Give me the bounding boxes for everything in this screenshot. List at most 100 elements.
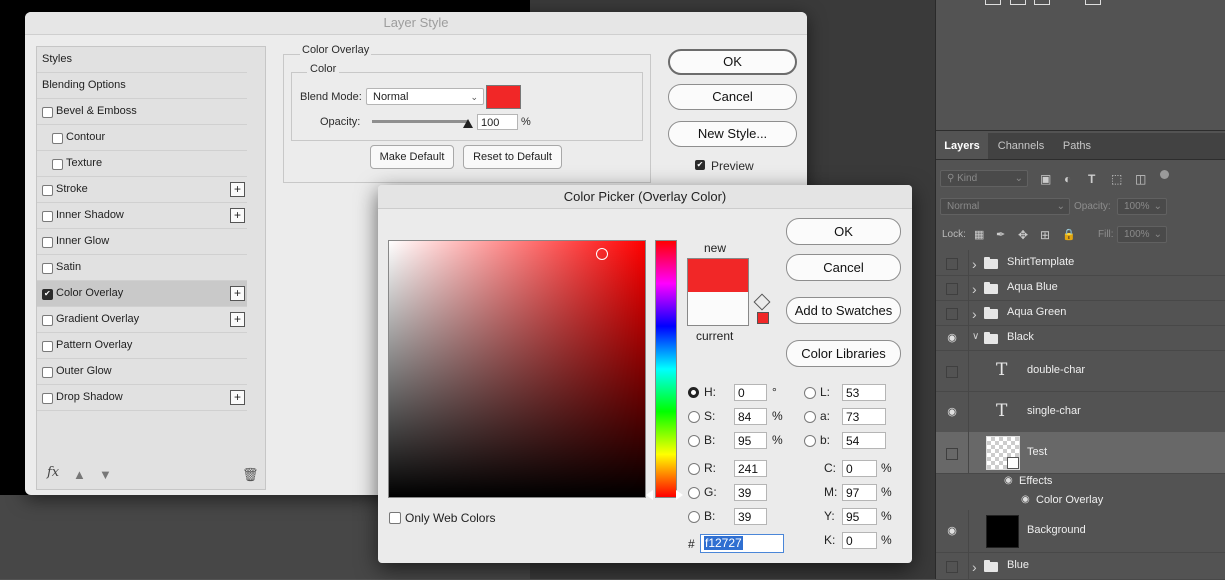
opacity-field[interactable]: 100% ⌄ <box>1117 198 1167 215</box>
preview-checkbox[interactable]: ✔ <box>695 160 705 170</box>
layer-row[interactable]: ◉ Color Overlay <box>936 491 1225 510</box>
style-item[interactable]: Pattern Overlay <box>37 333 247 359</box>
lock-all-icon[interactable]: 🔒 <box>1062 228 1076 241</box>
hsb-radio[interactable] <box>688 387 699 398</box>
layer-row[interactable]: ◉ Effects <box>936 473 1225 491</box>
layer-row[interactable]: › Aqua Green <box>936 300 1225 326</box>
layer-row[interactable]: ◉ Tsingle-char <box>936 391 1225 433</box>
blend-mode-select[interactable]: Normal ⌄ <box>940 198 1070 215</box>
layer-row[interactable]: ◉ ∨ Black <box>936 325 1225 351</box>
style-checkbox[interactable] <box>52 133 63 144</box>
layer-row[interactable]: ◉ Background <box>936 510 1225 553</box>
add-instance-icon[interactable]: + <box>230 390 245 405</box>
chevron-right-icon[interactable]: › <box>972 559 977 575</box>
filter-type-icon[interactable]: T <box>1088 172 1095 186</box>
style-checkbox[interactable] <box>42 393 53 404</box>
lock-artboard-icon[interactable]: ⊞ <box>1040 228 1050 242</box>
style-checkbox[interactable] <box>42 281 53 306</box>
overlay-color-swatch[interactable] <box>486 85 521 109</box>
cmyk-input[interactable]: 95 <box>842 508 877 525</box>
cmyk-input[interactable]: 0 <box>842 532 877 549</box>
visibility-toggle[interactable] <box>946 283 958 295</box>
style-checkbox[interactable] <box>42 237 53 248</box>
align-icon[interactable] <box>1085 0 1101 5</box>
style-checkbox[interactable] <box>42 107 53 118</box>
rgb-radio[interactable] <box>688 511 700 523</box>
lock-position-icon[interactable]: ✥ <box>1018 228 1028 242</box>
current-color-swatch[interactable] <box>687 292 749 326</box>
style-checkbox[interactable] <box>42 315 53 326</box>
filter-toggle-icon[interactable] <box>1160 170 1169 179</box>
trash-icon[interactable]: 🗑 <box>242 467 259 483</box>
visibility-eye-icon[interactable]: ◉ <box>946 332 958 344</box>
lab-input[interactable]: 73 <box>842 408 886 425</box>
lab-input[interactable]: 53 <box>842 384 886 401</box>
lab-radio[interactable] <box>804 387 816 399</box>
style-checkbox[interactable] <box>42 211 53 222</box>
chevron-right-icon[interactable]: › <box>972 306 977 322</box>
layer-row[interactable]: › Aqua Blue <box>936 275 1225 301</box>
align-icon[interactable] <box>1034 0 1050 5</box>
lock-paint-icon[interactable]: ✒ <box>996 228 1005 241</box>
style-checkbox[interactable] <box>52 159 63 170</box>
hsb-input[interactable]: 95 <box>734 432 767 449</box>
style-checkbox[interactable] <box>42 341 53 352</box>
hue-slider[interactable] <box>655 240 677 498</box>
align-icon[interactable] <box>1010 0 1026 5</box>
opacity-slider-thumb[interactable] <box>463 119 473 128</box>
add-to-swatches-button[interactable]: Add to Swatches <box>786 297 901 324</box>
style-item[interactable]: Styles <box>37 47 247 73</box>
style-item[interactable]: Satin <box>37 255 247 281</box>
tab-layers[interactable]: Layers <box>936 133 988 159</box>
visibility-toggle[interactable] <box>946 448 958 460</box>
ok-button[interactable]: OK <box>668 49 797 75</box>
hue-slider-right-handle[interactable] <box>676 490 683 500</box>
cancel-button[interactable]: Cancel <box>668 84 797 110</box>
visibility-toggle[interactable] <box>946 366 958 378</box>
add-instance-icon[interactable]: + <box>230 286 245 301</box>
hsb-radio[interactable] <box>688 411 700 423</box>
filter-adjustment-icon[interactable]: ◐ <box>1064 172 1071 186</box>
effects-eye-icon[interactable]: ◉ <box>1004 475 1013 486</box>
align-icon[interactable] <box>985 0 1001 5</box>
hsb-input[interactable]: 84 <box>734 408 767 425</box>
layer-row[interactable]: › ShirtTemplate <box>936 250 1225 276</box>
rgb-input[interactable]: 39 <box>734 484 767 501</box>
tab-paths[interactable]: Paths <box>1054 133 1100 159</box>
add-instance-icon[interactable]: + <box>230 312 245 327</box>
effect-eye-icon[interactable]: ◉ <box>1021 494 1030 505</box>
visibility-toggle[interactable] <box>946 561 958 573</box>
filter-smart-object-icon[interactable]: ◫ <box>1135 172 1146 186</box>
rgb-input[interactable]: 39 <box>734 508 767 525</box>
rgb-input[interactable]: 241 <box>734 460 767 477</box>
style-item[interactable]: Color Overlay + <box>37 281 247 307</box>
style-item[interactable]: Inner Shadow + <box>37 203 247 229</box>
cancel-button[interactable]: Cancel <box>786 254 901 281</box>
style-checkbox[interactable] <box>42 185 53 196</box>
reset-default-button[interactable]: Reset to Default <box>463 145 562 169</box>
web-color-warning-icon[interactable] <box>757 312 769 324</box>
only-web-colors-checkbox[interactable] <box>389 512 401 524</box>
new-style-button[interactable]: New Style... <box>668 121 797 147</box>
lab-radio[interactable] <box>804 435 816 447</box>
lock-transparent-icon[interactable]: ▦ <box>974 228 984 241</box>
opacity-slider-track[interactable] <box>372 120 468 123</box>
layer-row[interactable]: Test <box>936 432 1225 474</box>
ok-button[interactable]: OK <box>786 218 901 245</box>
layer-thumbnail[interactable] <box>986 515 1019 548</box>
visibility-eye-icon[interactable]: ◉ <box>946 406 958 418</box>
cmyk-input[interactable]: 0 <box>842 460 877 477</box>
style-item[interactable]: Blending Options <box>37 73 247 99</box>
fill-field[interactable]: 100% ⌄ <box>1117 226 1167 243</box>
tab-channels[interactable]: Channels <box>988 133 1054 159</box>
color-cursor[interactable] <box>596 248 608 260</box>
style-item[interactable]: Drop Shadow + <box>37 385 247 411</box>
chevron-right-icon[interactable]: › <box>972 281 977 297</box>
add-instance-icon[interactable]: + <box>230 208 245 223</box>
style-item[interactable]: Outer Glow <box>37 359 247 385</box>
visibility-eye-icon[interactable]: ◉ <box>946 525 958 537</box>
style-checkbox[interactable] <box>42 263 53 274</box>
cube-icon[interactable] <box>753 293 771 311</box>
style-item[interactable]: Bevel & Emboss <box>37 99 247 125</box>
layer-row[interactable]: Tdouble-char <box>936 350 1225 392</box>
